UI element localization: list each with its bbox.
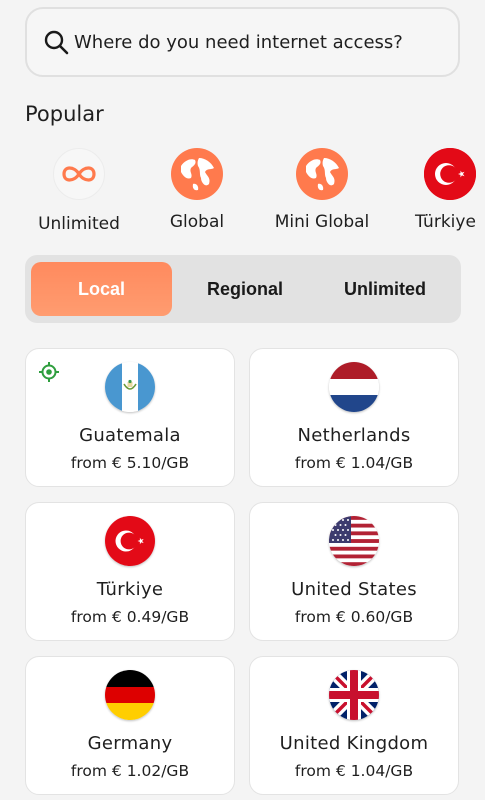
popular-item-label: Mini Global: [274, 212, 370, 232]
country-price: from € 5.10/GB: [70, 454, 190, 472]
uk-flag-icon: [329, 670, 379, 720]
country-card-united-kingdom[interactable]: United Kingdom from € 1.04/GB: [249, 656, 459, 795]
country-name: Netherlands: [297, 425, 411, 446]
country-card-guatemala[interactable]: Guatemala from € 5.10/GB: [25, 348, 235, 487]
guatemala-flag-icon: [105, 362, 155, 412]
tab-local[interactable]: Local: [31, 262, 172, 316]
country-name: Türkiye: [96, 579, 164, 600]
popular-item-label: Türkiye: [415, 212, 476, 232]
tab-unlimited[interactable]: Unlimited: [315, 262, 455, 316]
country-card-germany[interactable]: Germany from € 1.02/GB: [25, 656, 235, 795]
country-price: from € 1.02/GB: [70, 762, 190, 780]
country-name: Guatemala: [79, 425, 181, 446]
turkey-flag-icon: [424, 148, 476, 200]
country-price: from € 1.04/GB: [294, 762, 414, 780]
country-price: from € 0.60/GB: [294, 608, 414, 626]
country-name: United Kingdom: [279, 733, 429, 754]
popular-item-turkiye[interactable]: Türkiye: [412, 148, 485, 232]
search-bar[interactable]: Where do you need internet access?: [25, 7, 460, 77]
popular-item-label: Global: [169, 212, 225, 232]
region-tabs: Local Regional Unlimited: [25, 255, 461, 323]
turkey-flag-icon: [105, 516, 155, 566]
current-location-icon: [39, 362, 59, 382]
country-name: Germany: [87, 733, 173, 754]
country-name: United States: [291, 579, 417, 600]
germany-flag-icon: [105, 670, 155, 720]
country-price: from € 0.49/GB: [70, 608, 190, 626]
country-card-united-states[interactable]: United States from € 0.60/GB: [249, 502, 459, 641]
country-card-netherlands[interactable]: Netherlands from € 1.04/GB: [249, 348, 459, 487]
tab-regional[interactable]: Regional: [175, 262, 315, 316]
usa-flag-icon: [329, 516, 379, 566]
popular-heading: Popular: [25, 102, 104, 126]
search-icon: [44, 30, 69, 55]
globe-icon: [171, 148, 223, 200]
country-price: from € 1.04/GB: [294, 454, 414, 472]
search-input[interactable]: Where do you need internet access?: [74, 32, 403, 53]
infinity-icon: [53, 148, 105, 200]
popular-item-label: Unlimited: [38, 214, 120, 234]
globe-icon: [296, 148, 348, 200]
popular-list: Unlimited Global Mini Global Türkiye: [0, 148, 485, 243]
netherlands-flag-icon: [329, 362, 379, 412]
popular-item-mini-global[interactable]: Mini Global: [262, 148, 382, 232]
popular-item-unlimited[interactable]: Unlimited: [31, 148, 127, 234]
country-card-turkiye[interactable]: Türkiye from € 0.49/GB: [25, 502, 235, 641]
popular-item-global[interactable]: Global: [160, 148, 234, 232]
